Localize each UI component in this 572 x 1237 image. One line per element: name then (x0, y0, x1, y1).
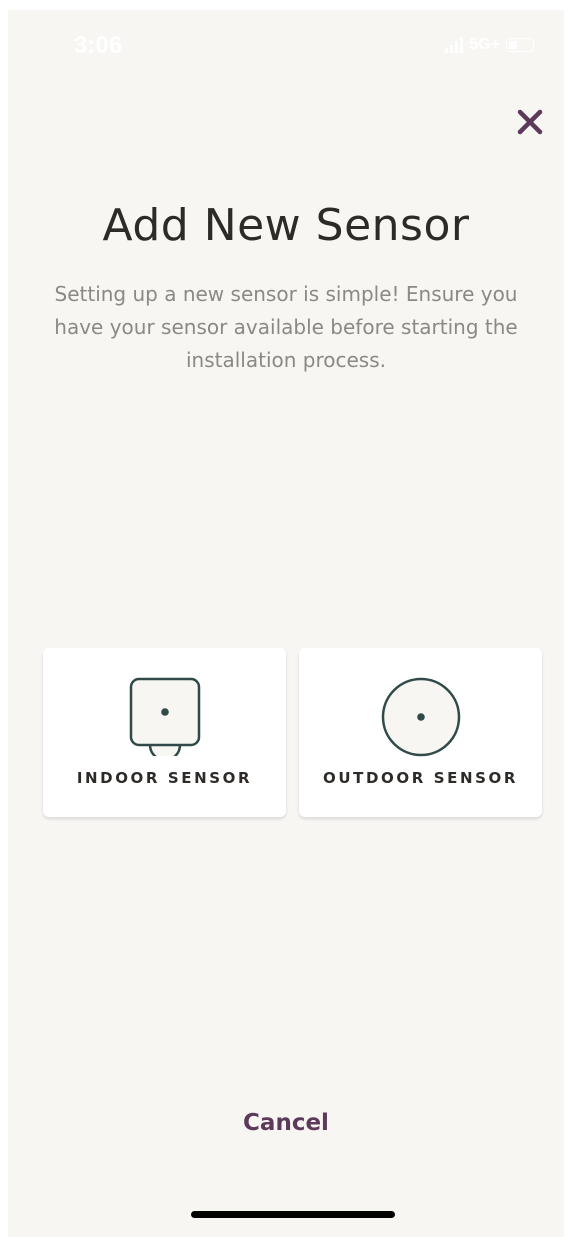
indoor-sensor-label: INDOOR SENSOR (76, 769, 253, 787)
indoor-sensor-icon (129, 677, 200, 756)
page-title: Add New Sensor (102, 200, 470, 251)
cancel-button[interactable]: Cancel (8, 1110, 564, 1136)
status-indicators: 5G+ (445, 36, 534, 54)
network-type: 5G+ (469, 36, 500, 53)
close-button[interactable] (510, 102, 550, 142)
page-description: Setting up a new sensor is simple! Ensur… (54, 282, 518, 372)
app-screen: 3:06 5G+ Add New Sensor Setting up a new… (8, 10, 564, 1237)
status-time: 3:06 (74, 32, 123, 59)
status-bar: 3:06 5G+ (8, 10, 564, 80)
outdoor-sensor-card[interactable]: OUTDOOR SENSOR (299, 648, 542, 817)
outdoor-sensor-icon (381, 677, 460, 757)
outdoor-sensor-label: OUTDOOR SENSOR (323, 769, 518, 787)
close-icon (517, 109, 543, 135)
battery-level (509, 41, 517, 49)
indoor-sensor-card[interactable]: INDOOR SENSOR (43, 648, 286, 817)
home-indicator[interactable] (191, 1211, 395, 1218)
signal-icon (445, 37, 464, 53)
battery-icon (506, 38, 534, 52)
